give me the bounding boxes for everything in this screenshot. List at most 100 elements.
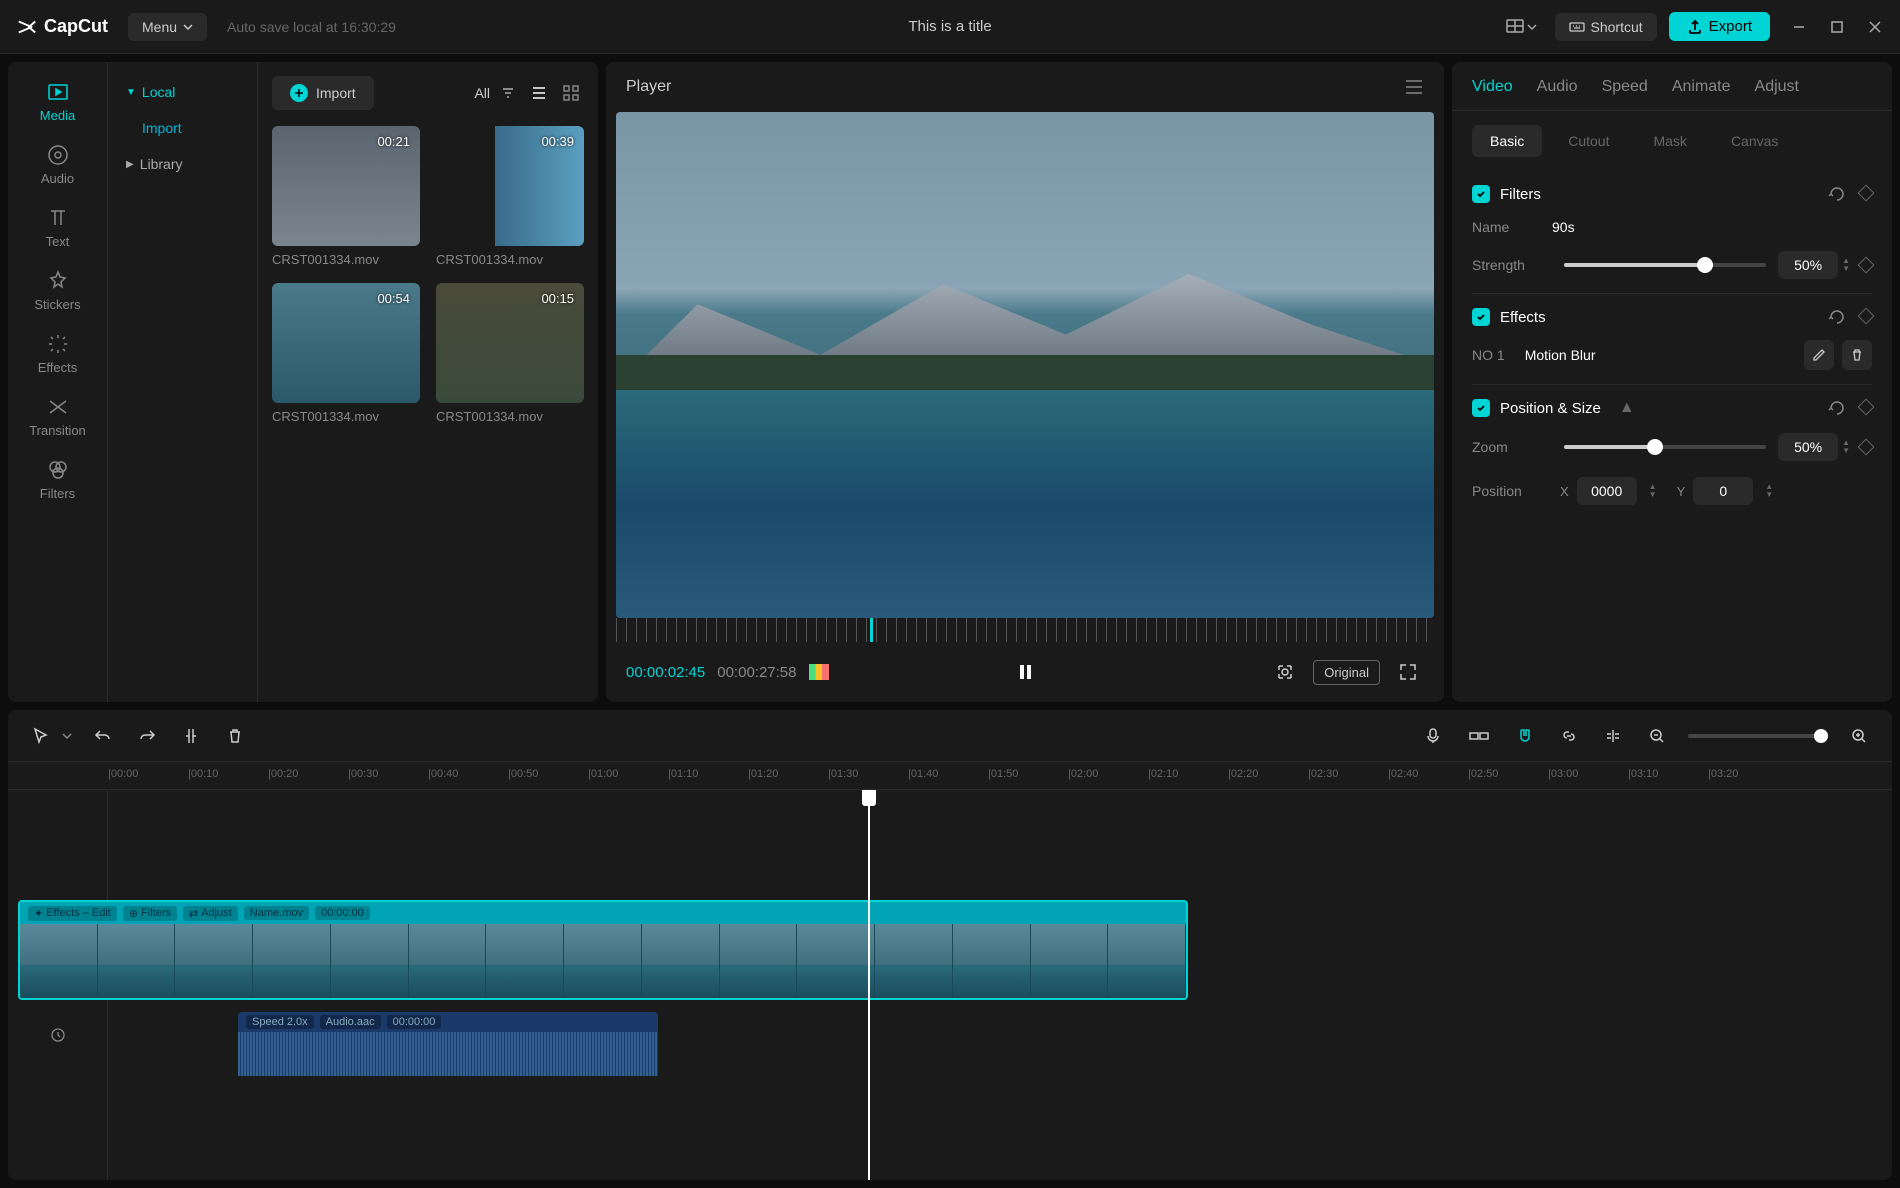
effects-checkbox[interactable] (1472, 308, 1490, 326)
subtab-canvas[interactable]: Canvas (1713, 125, 1796, 157)
plus-icon (290, 84, 308, 102)
position-x-value[interactable]: 0000 (1577, 477, 1637, 505)
timeline-panel: |00:00|00:10|00:20|00:30|00:40|00:50|01:… (8, 710, 1892, 1180)
timeline-tracks[interactable]: ✦ Effects – Edit ⊕ Filters ⇄ Adjust Name… (8, 790, 1892, 1180)
tab-stickers[interactable]: Stickers (8, 259, 107, 322)
export-button[interactable]: Export (1669, 12, 1770, 41)
timeline-zoom-slider[interactable] (1688, 734, 1828, 738)
subtab-mask[interactable]: Mask (1635, 125, 1704, 157)
zoom-in-button[interactable] (1846, 723, 1872, 749)
stepper-down[interactable]: ▼ (1765, 491, 1773, 499)
clock-icon[interactable] (50, 1027, 66, 1043)
layout-button[interactable] (1499, 11, 1543, 43)
trash-icon (1850, 348, 1864, 362)
media-item[interactable]: 00:21 CRST001334.mov (272, 126, 420, 267)
magnet-button[interactable] (1512, 723, 1538, 749)
prop-tab-animate[interactable]: Animate (1672, 78, 1731, 110)
stepper-down[interactable]: ▼ (1842, 265, 1850, 273)
chevron-down-icon[interactable] (62, 731, 72, 741)
media-duration: 00:21 (377, 134, 410, 149)
tab-text[interactable]: Text (8, 196, 107, 259)
filters-checkbox[interactable] (1472, 185, 1490, 203)
record-button[interactable] (1420, 723, 1446, 749)
fullscreen-button[interactable] (1392, 656, 1424, 688)
undo-button[interactable] (90, 723, 116, 749)
media-item[interactable]: 00:39 CRST001334.mov (436, 126, 584, 267)
player-panel: Player 00:00:02:45 00:00:27:58 Original (606, 62, 1444, 702)
tab-media[interactable]: Media (8, 70, 107, 133)
time-tick: |02:30 (1308, 768, 1338, 780)
prop-tab-speed[interactable]: Speed (1602, 78, 1648, 110)
preview-button[interactable] (1600, 723, 1626, 749)
playhead[interactable] (868, 790, 870, 1180)
reset-icon[interactable] (1828, 308, 1846, 326)
reset-icon[interactable] (1828, 185, 1846, 203)
collapse-icon[interactable]: ▲ (1619, 399, 1635, 417)
keyframe-icon[interactable] (1858, 257, 1875, 274)
project-title[interactable]: This is a title (908, 18, 991, 35)
stickers-icon (46, 269, 70, 293)
grid-view-button[interactable] (558, 80, 584, 106)
sidebar-item-import[interactable]: Import (108, 110, 257, 146)
audio-clip[interactable]: Speed 2.0x Audio.aac 00:00:00 (238, 1012, 658, 1076)
scale-button[interactable] (1269, 656, 1301, 688)
media-filename: CRST001334.mov (436, 409, 584, 424)
subtab-basic[interactable]: Basic (1472, 125, 1542, 157)
zoom-value[interactable]: 50% (1778, 433, 1838, 461)
check-icon (1476, 403, 1486, 413)
audio-meter-icon[interactable] (809, 664, 829, 680)
tab-filters[interactable]: Filters (8, 448, 107, 511)
player-viewport[interactable] (616, 112, 1434, 618)
play-pause-button[interactable] (1015, 662, 1035, 682)
player-menu-button[interactable] (1404, 79, 1424, 95)
close-button[interactable] (1866, 18, 1884, 36)
keyframe-icon[interactable] (1858, 439, 1875, 456)
reset-icon[interactable] (1828, 399, 1846, 417)
keyframe-icon[interactable] (1858, 308, 1875, 325)
player-ruler[interactable] (616, 618, 1434, 642)
shortcut-button[interactable]: Shortcut (1555, 13, 1657, 41)
edit-effect-button[interactable] (1804, 340, 1834, 370)
prop-tab-adjust[interactable]: Adjust (1755, 78, 1799, 110)
split-button[interactable] (178, 723, 204, 749)
strength-slider[interactable] (1564, 263, 1766, 267)
tab-effects[interactable]: Effects (8, 322, 107, 385)
sidebar-item-library[interactable]: ▶Library (108, 146, 257, 182)
delete-button[interactable] (222, 723, 248, 749)
tab-transition[interactable]: Transition (8, 385, 107, 448)
link-button[interactable] (1556, 723, 1582, 749)
position-checkbox[interactable] (1472, 399, 1490, 417)
filter-all[interactable]: All (474, 85, 490, 101)
zoom-out-button[interactable] (1644, 723, 1670, 749)
subtab-cutout[interactable]: Cutout (1550, 125, 1627, 157)
list-view-button[interactable] (526, 80, 552, 106)
sort-icon[interactable] (500, 85, 516, 101)
redo-button[interactable] (134, 723, 160, 749)
main-track-button[interactable] (1464, 723, 1494, 749)
strength-value[interactable]: 50% (1778, 251, 1838, 279)
media-item[interactable]: 00:54 CRST001334.mov (272, 283, 420, 424)
video-clip[interactable]: ✦ Effects – Edit ⊕ Filters ⇄ Adjust Name… (18, 900, 1188, 1000)
time-tick: |02:10 (1148, 768, 1178, 780)
waveform (238, 1032, 658, 1076)
original-button[interactable]: Original (1313, 660, 1380, 685)
import-button[interactable]: Import (272, 76, 374, 110)
select-tool[interactable] (28, 723, 54, 749)
stepper-down[interactable]: ▼ (1842, 447, 1850, 455)
menu-button[interactable]: Menu (128, 13, 207, 41)
position-y-value[interactable]: 0 (1693, 477, 1753, 505)
tab-audio[interactable]: Audio (8, 133, 107, 196)
keyframe-icon[interactable] (1858, 399, 1875, 416)
keyframe-icon[interactable] (1858, 185, 1875, 202)
delete-effect-button[interactable] (1842, 340, 1872, 370)
sidebar-item-local[interactable]: ▼Local (108, 74, 257, 110)
stepper-down[interactable]: ▼ (1649, 491, 1657, 499)
minimize-button[interactable] (1790, 18, 1808, 36)
prop-tab-audio[interactable]: Audio (1537, 78, 1578, 110)
timeline-ruler[interactable]: |00:00|00:10|00:20|00:30|00:40|00:50|01:… (8, 762, 1892, 790)
maximize-button[interactable] (1828, 18, 1846, 36)
media-item[interactable]: 00:15 CRST001334.mov (436, 283, 584, 424)
prop-tab-video[interactable]: Video (1472, 78, 1513, 110)
minimize-icon (1792, 20, 1806, 34)
zoom-slider[interactable] (1564, 445, 1766, 449)
